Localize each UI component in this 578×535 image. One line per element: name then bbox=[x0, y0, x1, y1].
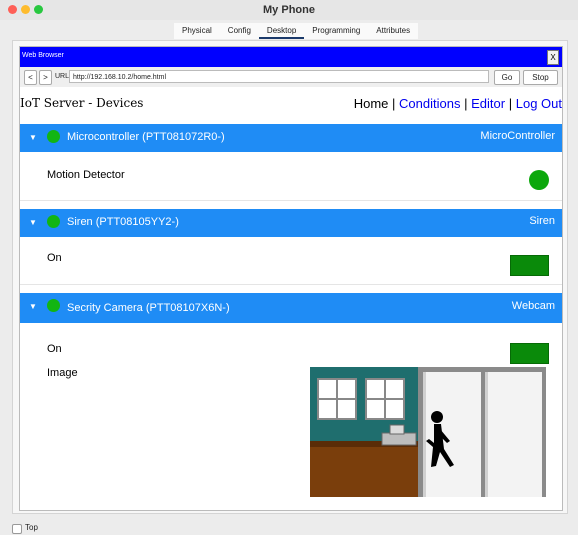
divider bbox=[20, 200, 562, 201]
tab-physical[interactable]: Physical bbox=[174, 23, 220, 39]
editor-link[interactable]: Editor bbox=[471, 96, 505, 111]
tab-desktop[interactable]: Desktop bbox=[258, 23, 305, 39]
browser-close-button[interactable]: X bbox=[547, 50, 559, 65]
device-name: Siren (PTT08105YY2-) bbox=[67, 216, 179, 228]
menu-separator: | bbox=[392, 96, 396, 111]
status-dot-icon bbox=[47, 215, 60, 228]
divider bbox=[20, 284, 562, 285]
device-header-camera[interactable]: ▼ Secrity Camera (PTT08107X6N-) Webcam bbox=[20, 293, 562, 323]
go-button[interactable]: Go bbox=[494, 70, 520, 85]
device-name: Secrity Camera (PTT08107X6N-) bbox=[67, 302, 230, 314]
device-type: Webcam bbox=[511, 300, 555, 312]
device-header-siren[interactable]: ▼ Siren (PTT08105YY2-) Siren bbox=[20, 209, 562, 237]
web-browser-window: Web Browser X < > URL http://192.168.10.… bbox=[19, 46, 563, 511]
menu-separator: | bbox=[464, 96, 468, 111]
top-checkbox[interactable] bbox=[12, 524, 22, 534]
status-dot-icon bbox=[47, 299, 60, 312]
back-button[interactable]: < bbox=[24, 70, 37, 85]
url-label: URL bbox=[55, 73, 70, 80]
camera-on-toggle[interactable] bbox=[510, 343, 549, 364]
camera-image bbox=[310, 367, 546, 497]
expand-caret-icon[interactable]: ▼ bbox=[29, 133, 37, 142]
tab-attributes[interactable]: Attributes bbox=[368, 23, 418, 39]
window-title: My Phone bbox=[263, 4, 315, 16]
browser-title: Web Browser bbox=[22, 52, 64, 59]
logout-link[interactable]: Log Out bbox=[516, 96, 562, 111]
device-name: Microcontroller (PTT081072R0-) bbox=[67, 131, 225, 143]
siren-on-label: On bbox=[47, 252, 62, 264]
siren-on-toggle[interactable] bbox=[510, 255, 549, 276]
tab-bar: Physical Config Desktop Programming Attr… bbox=[0, 21, 578, 39]
tab-config[interactable]: Config bbox=[220, 23, 259, 39]
device-type: Siren bbox=[529, 215, 555, 227]
page-title: IoT Server - Devices bbox=[20, 96, 144, 110]
browser-titlebar: Web Browser X bbox=[20, 47, 562, 67]
status-dot-icon bbox=[47, 130, 60, 143]
conditions-link[interactable]: Conditions bbox=[399, 96, 460, 111]
device-type: MicroController bbox=[480, 130, 555, 142]
top-menu: Home | Conditions | Editor | Log Out bbox=[354, 96, 562, 111]
menu-separator: | bbox=[508, 96, 513, 111]
stop-button[interactable]: Stop bbox=[523, 70, 558, 85]
expand-caret-icon[interactable]: ▼ bbox=[29, 218, 37, 227]
forward-button[interactable]: > bbox=[39, 70, 52, 85]
url-input[interactable]: http://192.168.10.2/home.html bbox=[69, 70, 489, 83]
motion-detector-indicator bbox=[529, 170, 549, 190]
tab-list: Physical Config Desktop Programming Attr… bbox=[174, 23, 419, 39]
window-titlebar: My Phone bbox=[0, 0, 578, 20]
expand-caret-icon[interactable]: ▼ bbox=[29, 302, 37, 311]
browser-navbar: < > URL http://192.168.10.2/home.html Go… bbox=[20, 67, 562, 87]
top-checkbox-label: Top bbox=[25, 523, 38, 532]
desktop-frame: Web Browser X < > URL http://192.168.10.… bbox=[12, 40, 568, 514]
device-header-microcontroller[interactable]: ▼ Microcontroller (PTT081072R0-) MicroCo… bbox=[20, 124, 562, 152]
tab-programming[interactable]: Programming bbox=[304, 23, 368, 39]
camera-on-label: On bbox=[47, 343, 62, 355]
motion-detector-label: Motion Detector bbox=[47, 169, 125, 181]
home-label: Home bbox=[353, 96, 389, 111]
camera-image-label: Image bbox=[47, 367, 78, 379]
